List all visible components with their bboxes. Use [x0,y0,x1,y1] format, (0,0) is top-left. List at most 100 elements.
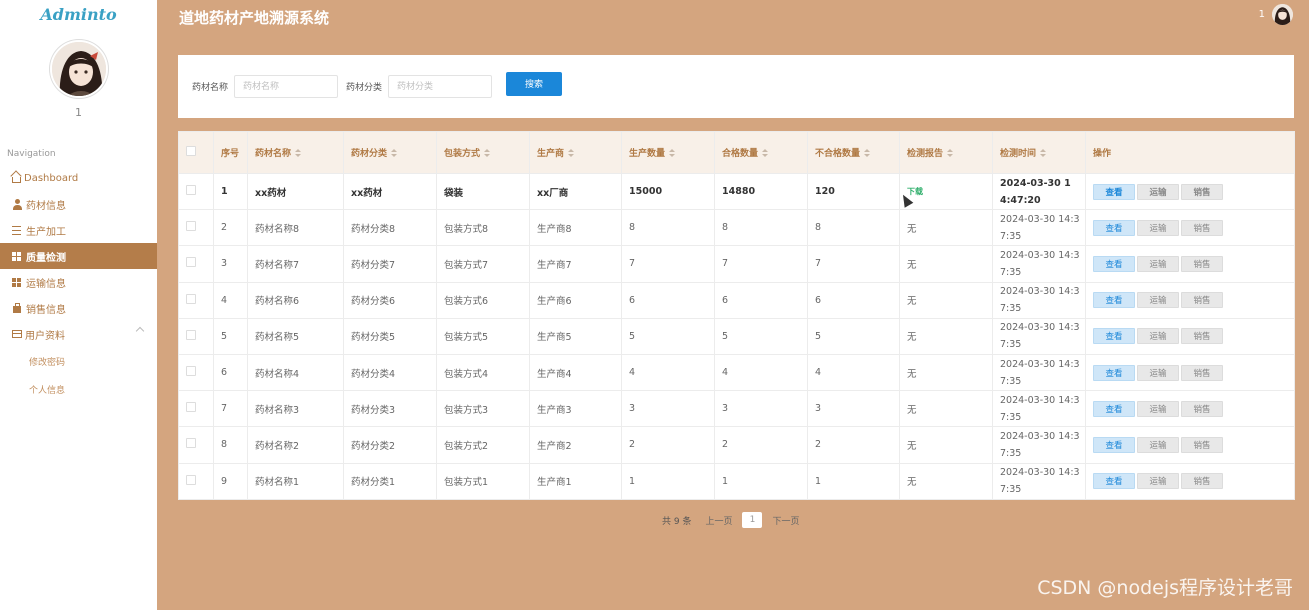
cell-report: 无 [899,245,993,283]
view-button[interactable]: 查看 [1093,328,1135,345]
transport-button[interactable]: 运输 [1137,183,1179,200]
home-icon [12,177,21,183]
transport-button[interactable]: 运输 [1137,292,1179,309]
cell-report[interactable]: 下载 [899,172,993,211]
column-header[interactable]: 生产数量 [621,131,715,174]
column-header[interactable]: 药材名称 [247,131,344,174]
search-button[interactable]: 搜索 [506,71,563,96]
cell-pass: 7 [714,245,808,283]
column-header[interactable]: 包装方式 [436,131,530,174]
sale-button[interactable]: 销售 [1181,400,1223,417]
sale-button[interactable]: 销售 [1181,328,1223,345]
sidebar-item-sales[interactable]: 销售信息 [0,295,157,321]
column-header[interactable]: 合格数量 [714,131,808,174]
sidebar-nav: Dashboard 药材信息 生产加工 质量检测 运输信息 销售信息 用户资料 … [0,165,157,403]
herb-name-input[interactable] [234,75,339,98]
column-header[interactable]: 生产商 [529,131,622,174]
sale-button[interactable]: 销售 [1181,292,1223,309]
brand-logo: Adminto [40,5,117,24]
sale-button[interactable]: 销售 [1181,436,1223,453]
sort-icon[interactable] [391,149,398,158]
sort-icon[interactable] [1040,149,1047,158]
column-header[interactable]: 检测报告 [899,131,993,174]
row-checkbox[interactable] [186,474,196,485]
row-checkbox[interactable] [186,257,196,268]
transport-button[interactable]: 运输 [1137,473,1179,490]
next-page-button[interactable]: 下一页 [772,514,799,527]
sidebar-item-label: 用户资料 [25,330,65,342]
sale-button[interactable]: 销售 [1181,473,1223,490]
page-number-button[interactable]: 1 [742,512,763,528]
sort-icon[interactable] [762,149,769,158]
sort-icon[interactable] [295,149,302,158]
select-all-checkbox[interactable] [186,146,196,156]
cell-fail: 8 [807,209,900,247]
cell-maker: 生产商4 [529,353,622,392]
sidebar-item-herb-info[interactable]: 药材信息 [0,191,157,217]
sidebar-item-label: Dashboard [24,172,79,184]
sort-icon[interactable] [568,149,575,158]
report-status: 无 [907,477,917,489]
row-checkbox[interactable] [186,402,196,413]
view-button[interactable]: 查看 [1093,436,1135,453]
cell-pass: 1 [714,462,808,500]
prev-page-button[interactable]: 上一页 [705,514,732,527]
transport-button[interactable]: 运输 [1137,219,1179,236]
row-checkbox[interactable] [186,221,196,232]
sort-icon[interactable] [864,149,871,158]
row-select-cell [178,390,214,428]
table-header-row: 序号 药材名称 药材分类 包装方式 生产商 生产数量 合格数量 不合格数量 检测… [178,131,1295,174]
sidebar-item-transport[interactable]: 运输信息 [0,269,157,295]
top-user-menu[interactable]: 1 [1259,4,1293,25]
cell-no: 5 [213,317,248,355]
sale-button[interactable]: 销售 [1181,183,1223,200]
transport-button[interactable]: 运输 [1137,400,1179,417]
transport-button[interactable]: 运输 [1137,436,1179,453]
transport-button[interactable]: 运输 [1137,328,1179,345]
view-button[interactable]: 查看 [1093,292,1135,309]
cell-time: 2024-03-30 14:37:35 [992,353,1086,392]
sidebar-item-quality-check[interactable]: 质量检测 [0,243,157,269]
column-header[interactable]: 药材分类 [343,131,437,174]
row-checkbox[interactable] [186,438,196,449]
herb-category-input[interactable] [388,75,493,98]
sidebar-item-processing[interactable]: 生产加工 [0,217,157,243]
cell-name: 药材名称2 [247,426,344,464]
cell-actions: 查看 运输 销售 [1085,281,1295,319]
view-button[interactable]: 查看 [1093,183,1135,200]
cell-fail: 2 [807,426,900,464]
column-header[interactable]: 检测时间 [992,131,1086,174]
view-button[interactable]: 查看 [1093,400,1135,417]
row-checkbox[interactable] [186,293,196,304]
sort-icon[interactable] [484,149,491,158]
sidebar-subitem-change-password[interactable]: 修改密码 [0,347,157,375]
row-checkbox[interactable] [186,329,196,340]
view-button[interactable]: 查看 [1093,364,1135,381]
download-link[interactable]: 下载 [907,187,923,196]
cell-category: xx药材 [343,172,437,211]
herb-category-label: 药材分类 [346,83,383,93]
sidebar-item-dashboard[interactable]: Dashboard [0,165,157,191]
cell-fail: 7 [807,245,900,283]
sidebar-item-user-profile[interactable]: 用户资料 [0,321,157,347]
row-checkbox[interactable] [186,185,196,196]
sale-button[interactable]: 销售 [1181,219,1223,236]
cell-name: 药材名称5 [247,317,344,355]
view-button[interactable]: 查看 [1093,473,1135,490]
sale-button[interactable]: 销售 [1181,364,1223,381]
view-button[interactable]: 查看 [1093,255,1135,272]
sale-button[interactable]: 销售 [1181,255,1223,272]
transport-button[interactable]: 运输 [1137,255,1179,272]
cell-qty: 3 [621,390,715,428]
sort-icon[interactable] [669,149,676,158]
cell-name: xx药材 [247,172,344,211]
transport-button[interactable]: 运输 [1137,364,1179,381]
sort-icon[interactable] [947,149,954,158]
row-checkbox[interactable] [186,366,196,377]
top-avatar[interactable] [1272,4,1293,25]
cell-pass: 6 [714,281,808,319]
sidebar-subitem-personal-info[interactable]: 个人信息 [0,375,157,403]
view-button[interactable]: 查看 [1093,219,1135,236]
user-avatar[interactable] [49,40,108,98]
column-header[interactable]: 不合格数量 [807,131,900,174]
